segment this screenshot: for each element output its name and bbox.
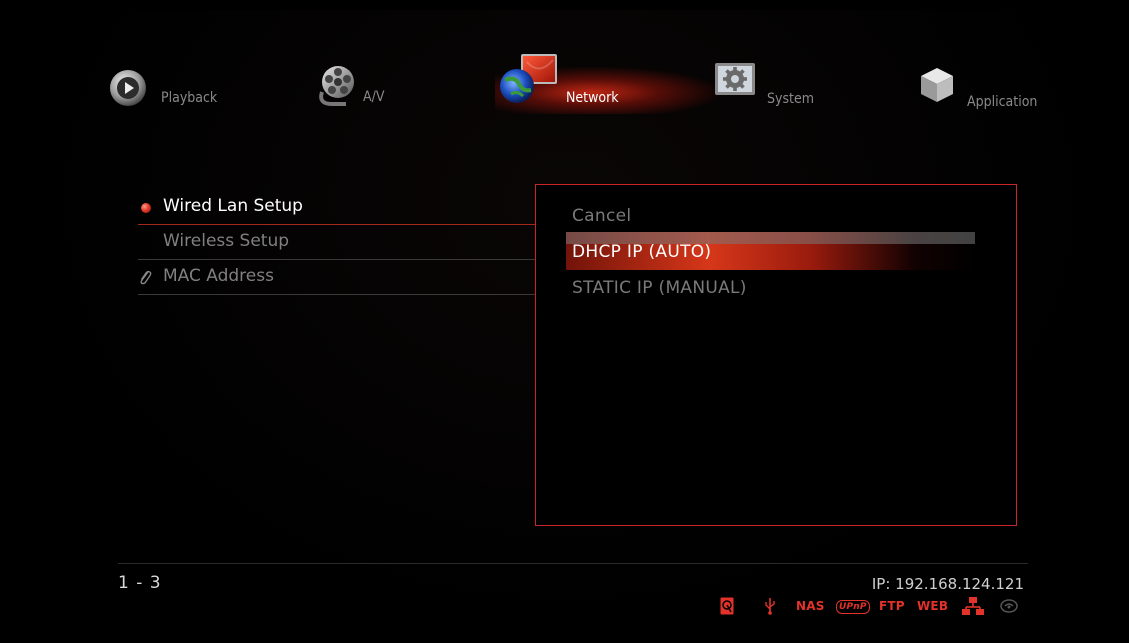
nav-item-network[interactable]: Network bbox=[497, 50, 637, 110]
nav-item-playback[interactable]: Playback bbox=[108, 66, 238, 112]
usb-status-icon bbox=[765, 598, 775, 615]
globe-network-icon bbox=[500, 54, 557, 103]
nav-label-application: Application bbox=[967, 94, 1038, 110]
nas-status: NAS bbox=[796, 599, 825, 613]
film-reel-icon bbox=[319, 66, 354, 106]
menu-label-mac: MAC Address bbox=[163, 266, 274, 286]
screen: Playback A/V Network System Application … bbox=[0, 0, 1129, 643]
menu-item-mac-address[interactable]: MAC Address bbox=[138, 260, 542, 295]
nav-item-system[interactable]: System bbox=[714, 62, 834, 110]
gear-icon bbox=[715, 63, 755, 95]
nav-label-system: System bbox=[767, 91, 814, 107]
nav-item-application[interactable]: Application bbox=[919, 66, 1059, 114]
selected-bullet-icon bbox=[141, 203, 151, 213]
ip-address: IP: 192.168.124.121 bbox=[871, 575, 1024, 593]
option-static-ip-manual[interactable]: STATIC IP (MANUAL) bbox=[572, 278, 747, 298]
cube-icon bbox=[921, 68, 953, 102]
option-cancel[interactable]: Cancel bbox=[572, 206, 631, 226]
nav-item-av[interactable]: A/V bbox=[316, 62, 426, 110]
nav-label-playback: Playback bbox=[161, 90, 218, 106]
play-icon bbox=[110, 70, 146, 106]
upnp-status: UPnP bbox=[836, 600, 870, 614]
paperclip-icon bbox=[140, 270, 152, 285]
nav-label-av: A/V bbox=[363, 89, 385, 105]
web-status: WEB bbox=[917, 599, 949, 613]
lan-status-icon bbox=[962, 597, 984, 615]
menu-item-wired-lan-setup[interactable]: Wired Lan Setup bbox=[138, 190, 542, 225]
ftp-status: FTP bbox=[879, 599, 905, 613]
footer-divider bbox=[118, 563, 1028, 564]
menu-label-wireless: Wireless Setup bbox=[163, 231, 290, 251]
menu-item-wireless-setup[interactable]: Wireless Setup bbox=[138, 225, 542, 260]
menu-label-wired-lan: Wired Lan Setup bbox=[163, 196, 303, 216]
ip-mode-popup: Cancel DHCP IP (AUTO) STATIC IP (MANUAL) bbox=[535, 184, 1017, 526]
wifi-status-icon bbox=[1000, 599, 1018, 613]
nav-label-network: Network bbox=[566, 90, 619, 106]
hdd-status-icon bbox=[720, 597, 734, 615]
page-indicator: 1 - 3 bbox=[118, 573, 162, 593]
option-dhcp-ip-auto[interactable]: DHCP IP (AUTO) bbox=[572, 242, 711, 262]
